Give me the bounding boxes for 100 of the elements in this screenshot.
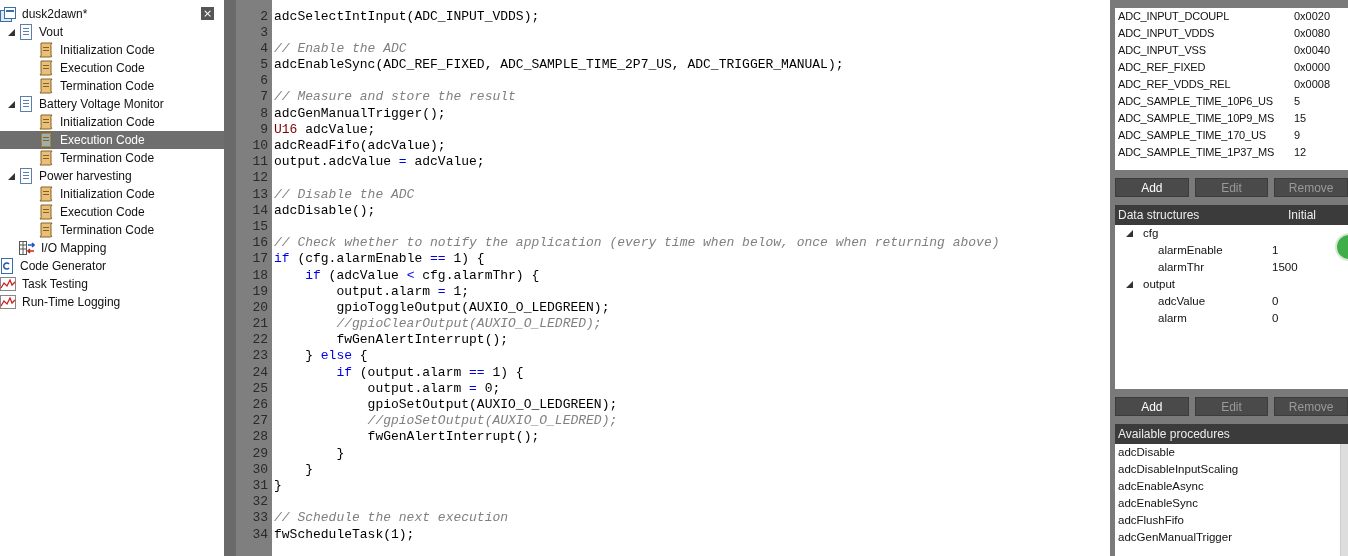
code-token: adcDisable(); xyxy=(274,202,376,218)
struct-name: cfg xyxy=(1143,226,1159,241)
code-comment: // Disable the ADC xyxy=(274,186,415,202)
scrollbar[interactable] xyxy=(1340,444,1348,556)
line-number: 9 xyxy=(259,121,269,138)
tree-item[interactable]: Initialization Code xyxy=(0,113,224,131)
tree-item[interactable]: Initialization Code xyxy=(0,185,224,203)
tree-item[interactable]: Termination Code xyxy=(0,221,224,239)
expand-arrow-icon[interactable] xyxy=(7,100,15,108)
code-token: if xyxy=(335,364,352,380)
constant-name: ADC_SAMPLE_TIME_170_US xyxy=(1118,128,1267,143)
procedure-item[interactable]: adcGenManualTrigger xyxy=(1115,529,1340,546)
tree-item[interactable]: Run-Time Logging xyxy=(0,293,224,311)
header-title: Available procedures xyxy=(1118,427,1231,441)
line-number: 27 xyxy=(251,413,269,430)
line-number: 21 xyxy=(251,316,269,333)
constant-value: 12 xyxy=(1294,145,1308,160)
expand-arrow-icon[interactable] xyxy=(7,172,15,180)
line-number: 14 xyxy=(251,202,269,219)
tree-item[interactable]: Execution Code xyxy=(0,131,224,149)
tree-item[interactable]: Battery Voltage Monitor xyxy=(0,95,224,113)
line-number: 13 xyxy=(251,186,269,203)
tree-item[interactable]: Execution Code xyxy=(0,203,224,221)
procedure-item[interactable]: adcFlushFifo xyxy=(1115,512,1340,529)
procedure-item[interactable]: adcDisable xyxy=(1115,444,1340,461)
code-token: 0; xyxy=(483,380,501,396)
expand-arrow-icon[interactable] xyxy=(1126,230,1133,237)
tree-item[interactable]: Execution Code xyxy=(0,59,224,77)
code-token: fwScheduleTask(1); xyxy=(274,526,415,542)
line-number: 32 xyxy=(251,494,269,511)
code-token: 1) { xyxy=(491,364,524,380)
code-token: U16 xyxy=(274,121,298,137)
code-token: adcValue; xyxy=(413,154,485,170)
member-value: 0 xyxy=(1272,294,1280,309)
code-token: gpioSetOutput(AUXIO_O_LEDGREEN); xyxy=(366,397,618,412)
struct-name: output xyxy=(1143,277,1175,292)
line-number: 23 xyxy=(251,348,269,365)
tree-item[interactable]: Initialization Code xyxy=(0,41,224,59)
status-icon xyxy=(1334,232,1348,262)
tree-item[interactable]: Code Generator xyxy=(0,257,224,275)
panel-button[interactable]: Add xyxy=(1115,397,1189,416)
code-token: fwGenAlertInterrupt(); xyxy=(335,332,509,348)
expand-arrow-icon[interactable] xyxy=(7,28,15,36)
constant-value: 5 xyxy=(1294,94,1302,109)
line-number: 12 xyxy=(251,170,269,187)
code-token: 1) { xyxy=(452,251,485,267)
procedure-item[interactable]: adcDisableInputScaling xyxy=(1115,461,1340,478)
code-token: adcReadFifo(adcValue); xyxy=(274,138,446,153)
member-value: 1 xyxy=(1272,243,1280,258)
scroll-icon xyxy=(38,132,54,148)
line-number: 7 xyxy=(259,89,269,106)
line-number: 29 xyxy=(251,445,269,462)
constant-name: ADC_SAMPLE_TIME_10P9_MS xyxy=(1118,111,1276,126)
code-token: == xyxy=(469,364,485,380)
code-token: (output.alarm xyxy=(358,364,463,380)
close-button[interactable]: × xyxy=(201,7,214,20)
tree-item[interactable]: Task Testing xyxy=(0,275,224,293)
tree-item[interactable]: Vout xyxy=(0,23,224,41)
procedure-item[interactable]: adcEnableSync xyxy=(1115,495,1340,512)
line-number: 4 xyxy=(259,40,269,58)
line-number: 22 xyxy=(251,332,269,349)
code-token: (cfg.alarmEnable xyxy=(296,251,424,267)
panel-button[interactable]: Add xyxy=(1115,178,1189,197)
constant-value: 0x0000 xyxy=(1294,60,1332,75)
code-token: adcSelectIntInput(ADC_INPUT_VDDS); xyxy=(274,8,540,24)
expand-arrow-icon[interactable] xyxy=(1126,281,1133,288)
document-icon xyxy=(19,96,33,112)
line-number: 5 xyxy=(259,57,269,74)
line-number: 25 xyxy=(251,380,269,397)
scroll-icon xyxy=(38,114,54,130)
code-comment: // Enable the ADC xyxy=(274,40,407,56)
code-token: fwGenAlertInterrupt(); xyxy=(366,429,540,445)
constant-value: 9 xyxy=(1294,128,1302,143)
code-comment: // Check whether to notify the application (every time when below, once when returning above) xyxy=(274,235,1000,251)
code-token: (adcValue xyxy=(327,267,400,283)
member-name: alarmEnable xyxy=(1157,243,1224,258)
constant-name: ADC_INPUT_VDDS xyxy=(1118,26,1216,41)
code-comment: // Schedule the next execution xyxy=(274,510,509,526)
constant-name: ADC_REF_VDDS_REL xyxy=(1118,77,1232,92)
constant-name: ADC_INPUT_DCOUPL xyxy=(1118,9,1231,24)
tree-item[interactable]: Power harvesting xyxy=(0,167,224,185)
tree-item[interactable]: Termination Code xyxy=(0,77,224,95)
code-token: if xyxy=(274,251,290,267)
code-token: cfg.alarmThr) { xyxy=(421,267,540,283)
line-number: 8 xyxy=(259,105,269,122)
document-icon xyxy=(19,168,33,184)
line-number: 10 xyxy=(251,138,269,155)
constant-value: 0x0008 xyxy=(1294,77,1332,92)
tree-item[interactable]: Termination Code xyxy=(0,149,224,167)
procedure-item[interactable]: adcEnableAsync xyxy=(1115,478,1340,495)
constant-value: 0x0020 xyxy=(1294,9,1332,24)
line-number: 17 xyxy=(251,251,269,268)
constant-name: ADC_SAMPLE_TIME_10P6_US xyxy=(1118,94,1274,109)
tree-item[interactable]: dusk2dawn* × xyxy=(0,5,224,23)
constant-value: 0x0080 xyxy=(1294,26,1332,41)
code-token: output.alarm xyxy=(335,283,432,299)
tree-item[interactable]: I/O Mapping xyxy=(0,239,224,257)
scroll-icon xyxy=(38,150,54,166)
constant-value: 0x0040 xyxy=(1294,43,1332,58)
line-number: 34 xyxy=(251,526,269,543)
